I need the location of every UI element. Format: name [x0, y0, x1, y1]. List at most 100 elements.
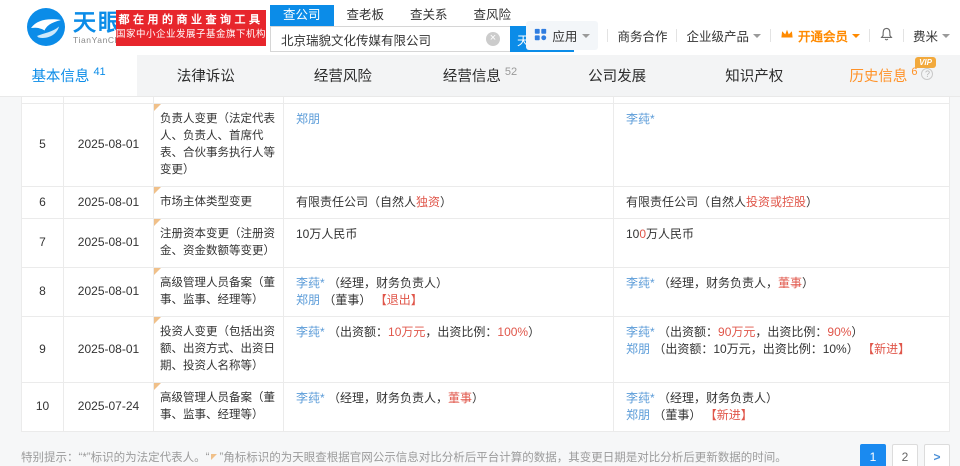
- tab-label: 法律诉讼: [177, 65, 235, 86]
- person-link[interactable]: 李莼*: [626, 112, 655, 126]
- change-date: 2025-08-01: [64, 186, 154, 218]
- page-header: 天眼查 TianYanCha.com 都在用的商业查询工具 国家中小企业发展子基…: [0, 0, 960, 55]
- business-cooperation-label: 商务合作: [617, 26, 667, 45]
- note-prefix: 特别提示：“*”标识的为法定代表人。“: [21, 452, 209, 464]
- cell-line: 李莼* （经理，财务负责人，董事）: [626, 275, 937, 292]
- search-tab-0[interactable]: 查公司: [270, 5, 334, 26]
- note-suffix: ”角标标识的为天眼查根据官网公示信息对比分析后平台计算的数据，其变更日期是对比分…: [219, 452, 786, 464]
- corner-marker-icon: [154, 104, 161, 111]
- page-button-1[interactable]: 1: [860, 444, 886, 466]
- person-link[interactable]: 郑朋: [296, 112, 320, 126]
- change-date: 2025-08-01: [64, 316, 154, 382]
- highlight-text: 90万元: [718, 325, 755, 339]
- cell-line: 10万人民币: [296, 226, 601, 243]
- search-tab-1[interactable]: 查老板: [334, 5, 398, 26]
- row-number: 7: [22, 218, 64, 267]
- apps-menu-button[interactable]: 应用: [526, 21, 598, 50]
- table-row: 52025-08-01负责人变更（法定代表人、负责人、首席代表、合伙事务执行人等…: [22, 103, 950, 186]
- after-change-cell: 李莼* （经理，财务负责人，董事）: [614, 267, 950, 316]
- row-number: 6: [22, 186, 64, 218]
- before-change-cell: 10万人民币: [284, 218, 614, 267]
- help-icon[interactable]: ?: [921, 68, 933, 80]
- highlight-text: 董事: [778, 276, 802, 290]
- tab-label: 知识产权: [725, 65, 783, 86]
- nav-open-vip[interactable]: 开通会员: [780, 26, 860, 45]
- table-row: 82025-08-01高级管理人员备案（董事、监事、经理等） 李莼* （经理，财务…: [22, 267, 950, 316]
- cell-line: 李莼* （出资额：90万元，出资比例：90%）: [626, 324, 937, 341]
- search-tab-2[interactable]: 查关系: [397, 5, 461, 26]
- corner-marker-icon: [154, 383, 161, 390]
- table-row: 92025-08-01投资人变更（包括出资额、出资方式、出资日期、投资人名称等）…: [22, 316, 950, 382]
- change-item-label: 高级管理人员备案（董事、监事、经理等）: [160, 277, 275, 306]
- row-number: 8: [22, 267, 64, 316]
- corner-marker-icon: [154, 268, 161, 275]
- cell-line: 有限责任公司（自然人独资）: [296, 194, 601, 211]
- banner-line1: 都在用的商业查询工具: [116, 13, 266, 28]
- corner-marker-icon: [154, 317, 161, 324]
- after-change-cell: 李莼* （出资额：90万元，出资比例：90%）郑朋 （出资额：10万元，出资比例…: [614, 316, 950, 382]
- text: 10万人民币: [296, 227, 357, 241]
- tab-1[interactable]: 法律诉讼: [137, 55, 274, 96]
- person-link[interactable]: 李莼*: [626, 325, 655, 339]
- tab-5[interactable]: 知识产权: [686, 55, 823, 96]
- text: （董事）: [650, 408, 705, 422]
- tab-count: 41: [93, 66, 105, 78]
- tab-2[interactable]: 经营风险: [274, 55, 411, 96]
- cell-line: 李莼* （经理，财务负责人）: [296, 275, 601, 292]
- cell-line: 李莼* （经理，财务负责人，董事）: [296, 390, 601, 407]
- user-menu[interactable]: 费米: [913, 26, 950, 45]
- change-history-table: 52025-08-01负责人变更（法定代表人、负责人、首席代表、合伙事务执行人等…: [21, 97, 950, 432]
- person-link[interactable]: 郑朋: [626, 342, 650, 356]
- highlight-text: 独资: [416, 195, 440, 209]
- before-change-cell: 李莼* （经理，财务负责人）郑朋 （董事） 【退出】: [284, 267, 614, 316]
- tab-count: 52: [505, 66, 517, 78]
- tab-label: 历史信息: [849, 65, 907, 86]
- change-history-card: 52025-08-01负责人变更（法定代表人、负责人、首席代表、合伙事务执行人等…: [21, 97, 949, 432]
- text: （经理，财务负责人，: [325, 391, 448, 405]
- before-change-cell: 李莼* （出资额：10万元，出资比例：100%）: [284, 316, 614, 382]
- tab-3[interactable]: 经营信息52: [411, 55, 548, 96]
- change-item: 高级管理人员备案（董事、监事、经理等）: [154, 267, 284, 316]
- crown-icon: [780, 28, 794, 43]
- apps-label: 应用: [552, 26, 577, 45]
- highlight-text: 【新进】: [705, 408, 753, 422]
- page-button-2[interactable]: 2: [892, 444, 918, 466]
- highlight-text: 100%: [497, 325, 528, 339]
- divider: [676, 29, 677, 42]
- notifications-button[interactable]: [879, 26, 894, 45]
- change-date: 2025-08-01: [64, 267, 154, 316]
- person-link[interactable]: 李莼*: [296, 276, 325, 290]
- person-link[interactable]: 李莼*: [296, 391, 325, 405]
- clear-search-icon[interactable]: ×: [486, 32, 500, 46]
- change-date: 2025-07-24: [64, 382, 154, 431]
- cell-line: 郑朋 （董事） 【退出】: [296, 292, 601, 309]
- text: 有限责任公司（自然人: [626, 195, 746, 209]
- next-page-button[interactable]: >: [924, 444, 950, 466]
- after-change-cell: 有限责任公司（自然人投资或控股）: [614, 186, 950, 218]
- bell-icon: [879, 26, 894, 45]
- highlight-text: 董事: [448, 391, 472, 405]
- footer: 特别提示：“*”标识的为法定代表人。“ ”角标标识的为天眼查根据官网公示信息对比分…: [0, 432, 960, 466]
- tab-6[interactable]: VIP历史信息6?: [823, 55, 960, 96]
- change-item: 高级管理人员备案（董事、监事、经理等）: [154, 382, 284, 431]
- divider: [869, 29, 870, 42]
- cell-line: 李莼* （出资额：10万元，出资比例：100%）: [296, 324, 601, 341]
- person-link[interactable]: 李莼*: [626, 391, 655, 405]
- person-link[interactable]: 郑朋: [626, 408, 650, 422]
- nav-enterprise-products[interactable]: 企业级产品: [686, 26, 761, 45]
- cell-line: 郑朋 （董事） 【新进】: [626, 407, 937, 424]
- tab-4[interactable]: 公司发展: [549, 55, 686, 96]
- nav-business-cooperation[interactable]: 商务合作: [617, 26, 667, 45]
- enterprise-products-label: 企业级产品: [686, 26, 749, 45]
- tab-0[interactable]: 基本信息41: [0, 55, 137, 96]
- highlight-text: 投资或控股: [746, 195, 806, 209]
- table-row: 72025-08-01注册资本变更（注册资金、资金数额等变更）10万人民币100…: [22, 218, 950, 267]
- person-link[interactable]: 李莼*: [296, 325, 325, 339]
- apps-grid-icon: [534, 28, 547, 44]
- text: ）: [440, 195, 452, 209]
- search-tab-3[interactable]: 查风险: [461, 5, 525, 26]
- person-link[interactable]: 郑朋: [296, 293, 320, 307]
- search-input[interactable]: [270, 26, 510, 52]
- person-link[interactable]: 李莼*: [626, 276, 655, 290]
- special-note: 特别提示：“*”标识的为法定代表人。“ ”角标标识的为天眼查根据官网公示信息对比分…: [21, 449, 787, 465]
